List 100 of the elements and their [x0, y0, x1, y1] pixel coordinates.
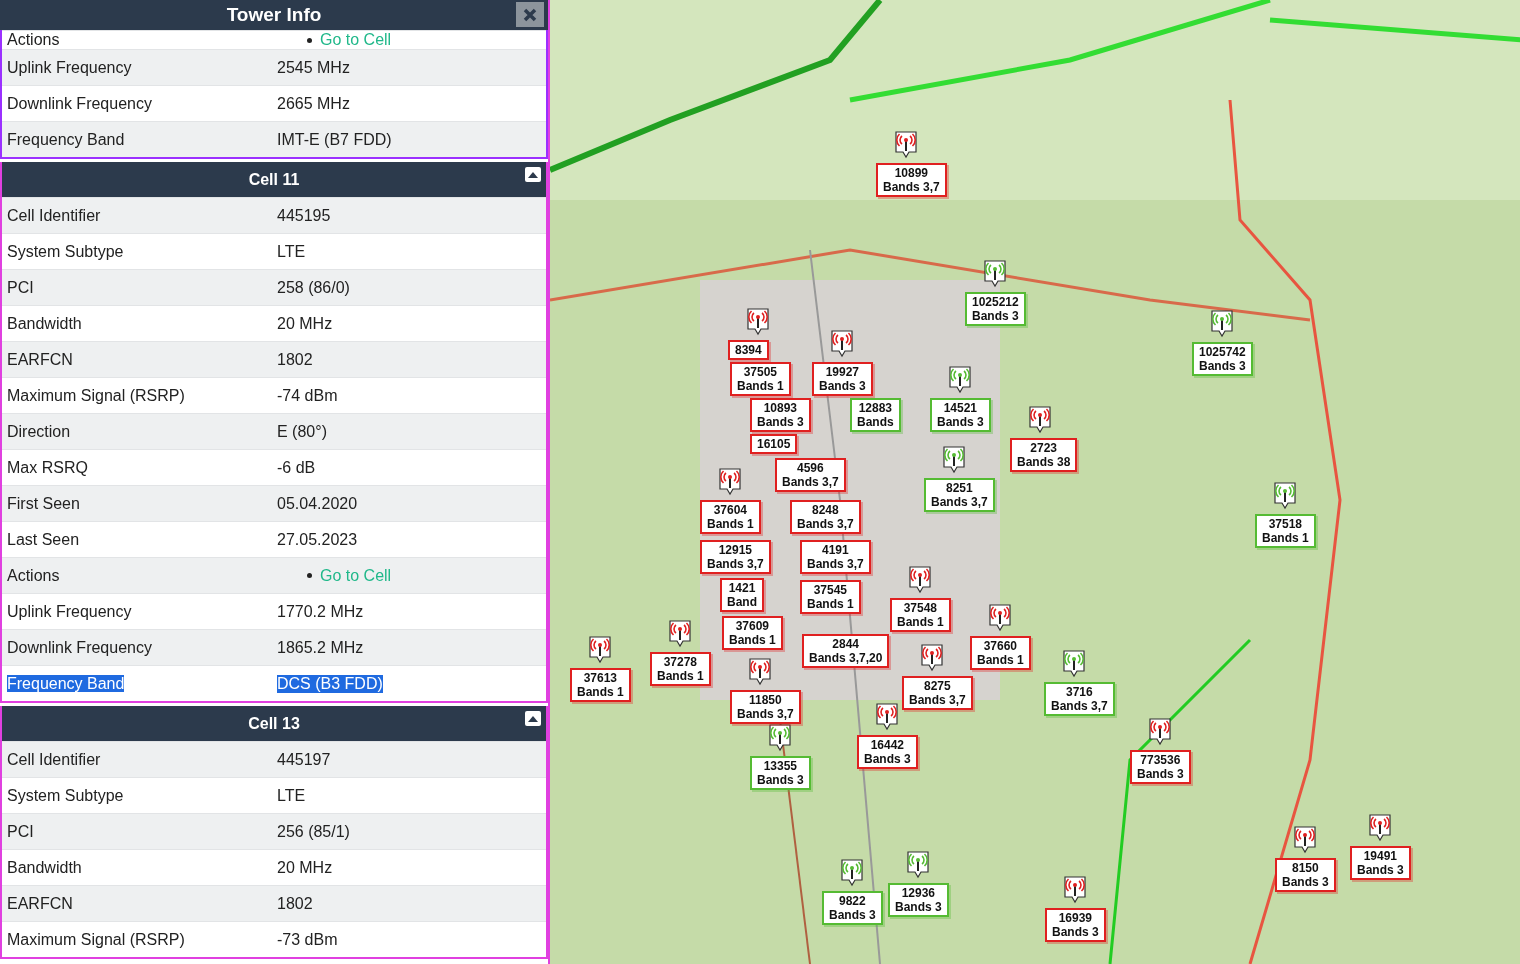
row-label: Frequency Band — [7, 674, 125, 692]
tower-label[interactable]: 4596 Bands 3,7 — [775, 458, 846, 492]
row-value: 1770.2 MHz — [277, 602, 364, 621]
row-value: 2665 MHz — [277, 94, 350, 113]
tower-marker-icon[interactable] — [1210, 310, 1234, 338]
row-value: 258 (86/0) — [277, 278, 350, 297]
row-value: 445197 — [277, 750, 331, 769]
tower-label[interactable]: 16442 Bands 3 — [857, 735, 918, 769]
row-value: 1802 — [277, 350, 313, 369]
tower-label[interactable]: 37518 Bands 1 — [1255, 514, 1316, 548]
tower-label[interactable]: 37660 Bands 1 — [970, 636, 1031, 670]
tower-marker-icon[interactable] — [988, 604, 1012, 632]
row-label: Uplink Frequency — [7, 602, 132, 620]
collapse-button[interactable] — [525, 167, 541, 182]
row-label: PCI — [7, 278, 34, 296]
row-label: Uplink Frequency — [7, 58, 132, 76]
row-label: PCI — [7, 822, 34, 840]
row-value: 1802 — [277, 894, 313, 913]
row-label: Direction — [7, 422, 71, 440]
tower-marker-icon[interactable] — [840, 859, 864, 887]
row-label: System Subtype — [7, 242, 124, 260]
tower-label[interactable]: 12883 Bands — [850, 398, 901, 432]
caret-up-icon — [528, 715, 538, 722]
tower-marker-icon[interactable] — [875, 703, 899, 731]
tower-label[interactable]: 19927 Bands 3 — [812, 362, 873, 396]
tower-label[interactable]: 37609 Bands 1 — [722, 616, 783, 650]
row-value: 1865.2 MHz — [277, 638, 364, 657]
tower-label[interactable]: 11850 Bands 3,7 — [730, 690, 801, 724]
tower-label[interactable]: 37545 Bands 1 — [800, 580, 861, 614]
tower-label[interactable]: 37505 Bands 1 — [730, 362, 791, 396]
tower-label[interactable]: 10899 Bands 3,7 — [876, 163, 947, 197]
row-value: 20 MHz — [277, 314, 333, 333]
tower-label[interactable]: 16939 Bands 3 — [1045, 908, 1106, 942]
tower-label[interactable]: 8248 Bands 3,7 — [790, 500, 861, 534]
row-label: Cell Identifier — [7, 750, 101, 768]
row-label: System Subtype — [7, 786, 124, 804]
row-value: IMT-E (B7 FDD) — [277, 130, 392, 149]
row-label: Frequency Band — [7, 130, 125, 148]
tower-label[interactable]: 773536 Bands 3 — [1130, 750, 1191, 784]
tower-marker-icon[interactable] — [1148, 718, 1172, 746]
tower-label[interactable]: 8251 Bands 3,7 — [924, 478, 995, 512]
tower-marker-icon[interactable] — [1293, 826, 1317, 854]
row-value: -74 dBm — [277, 386, 338, 405]
close-icon — [523, 7, 537, 22]
tower-label[interactable]: 37278 Bands 1 — [650, 652, 711, 686]
tower-label[interactable]: 2844 Bands 3,7,20 — [802, 634, 890, 668]
tower-label[interactable]: 37613 Bands 1 — [570, 668, 631, 702]
tower-label[interactable]: 12936 Bands 3 — [888, 883, 949, 917]
row-value: 445195 — [277, 206, 331, 225]
row-value: -73 dBm — [277, 930, 338, 949]
tower-marker-icon[interactable] — [668, 620, 692, 648]
row-value: LTE — [277, 242, 306, 261]
tower-marker-icon[interactable] — [1062, 650, 1086, 678]
tower-marker-icon[interactable] — [768, 724, 792, 752]
tower-marker-icon[interactable] — [588, 636, 612, 664]
section-title: Cell 13 — [248, 714, 300, 733]
section-title: Cell 11 — [248, 170, 300, 189]
tower-label[interactable]: 4191 Bands 3,7 — [800, 540, 871, 574]
tower-label[interactable]: 8275 Bands 3,7 — [902, 676, 973, 710]
tower-label[interactable]: 16105 — [750, 434, 798, 454]
caret-up-icon — [528, 171, 538, 178]
tower-label[interactable]: 1025212 Bands 3 — [965, 292, 1026, 326]
row-value: LTE — [277, 786, 306, 805]
tower-marker-icon[interactable] — [1028, 406, 1052, 434]
tower-label[interactable]: 2723 Bands 38 — [1010, 438, 1078, 472]
row-value: 2545 MHz — [277, 58, 350, 77]
tower-label[interactable]: 1025742 Bands 3 — [1192, 342, 1253, 376]
row-label: Bandwidth — [7, 858, 82, 876]
tower-label[interactable]: 8394 — [728, 340, 769, 360]
close-button[interactable] — [516, 2, 544, 27]
tower-label[interactable]: 14521 Bands 3 — [930, 398, 991, 432]
row-label: Maximum Signal (RSRP) — [7, 930, 185, 948]
tower-marker-icon[interactable] — [906, 851, 930, 879]
row-label: Actions — [7, 566, 60, 584]
tower-marker-icon[interactable] — [1273, 482, 1297, 510]
row-label: Bandwidth — [7, 314, 82, 332]
collapse-button[interactable] — [525, 711, 541, 726]
row-label: EARFCN — [7, 350, 73, 368]
tower-marker-icon[interactable] — [1063, 876, 1087, 904]
row-value: 27.05.2023 — [277, 530, 358, 549]
row-label: Actions — [7, 31, 60, 48]
tower-label[interactable]: 37604 Bands 1 — [700, 500, 761, 534]
tower-label[interactable]: 10893 Bands 3 — [750, 398, 811, 432]
tower-label[interactable]: 12915 Bands 3,7 — [700, 540, 771, 574]
tower-label[interactable]: 3716 Bands 3,7 — [1044, 682, 1115, 716]
row-label: Maximum Signal (RSRP) — [7, 386, 185, 404]
tower-label[interactable]: 1421 Band — [720, 578, 764, 612]
row-value: -6 dB — [277, 458, 316, 477]
row-label: Max RSRQ — [7, 458, 88, 476]
row-value: 256 (85/1) — [277, 822, 350, 841]
row-label: Last Seen — [7, 530, 80, 548]
row-value: 05.04.2020 — [277, 494, 358, 513]
tower-label[interactable]: 19491 Bands 3 — [1350, 846, 1411, 880]
row-label: Downlink Frequency — [7, 638, 152, 656]
tower-label[interactable]: 8150 Bands 3 — [1275, 858, 1336, 892]
tower-label[interactable]: 37548 Bands 1 — [890, 598, 951, 632]
tower-label[interactable]: 9822 Bands 3 — [822, 891, 883, 925]
tower-label[interactable]: 13355 Bands 3 — [750, 756, 811, 790]
row-label: Downlink Frequency — [7, 94, 152, 112]
tower-marker-icon[interactable] — [1368, 814, 1392, 842]
